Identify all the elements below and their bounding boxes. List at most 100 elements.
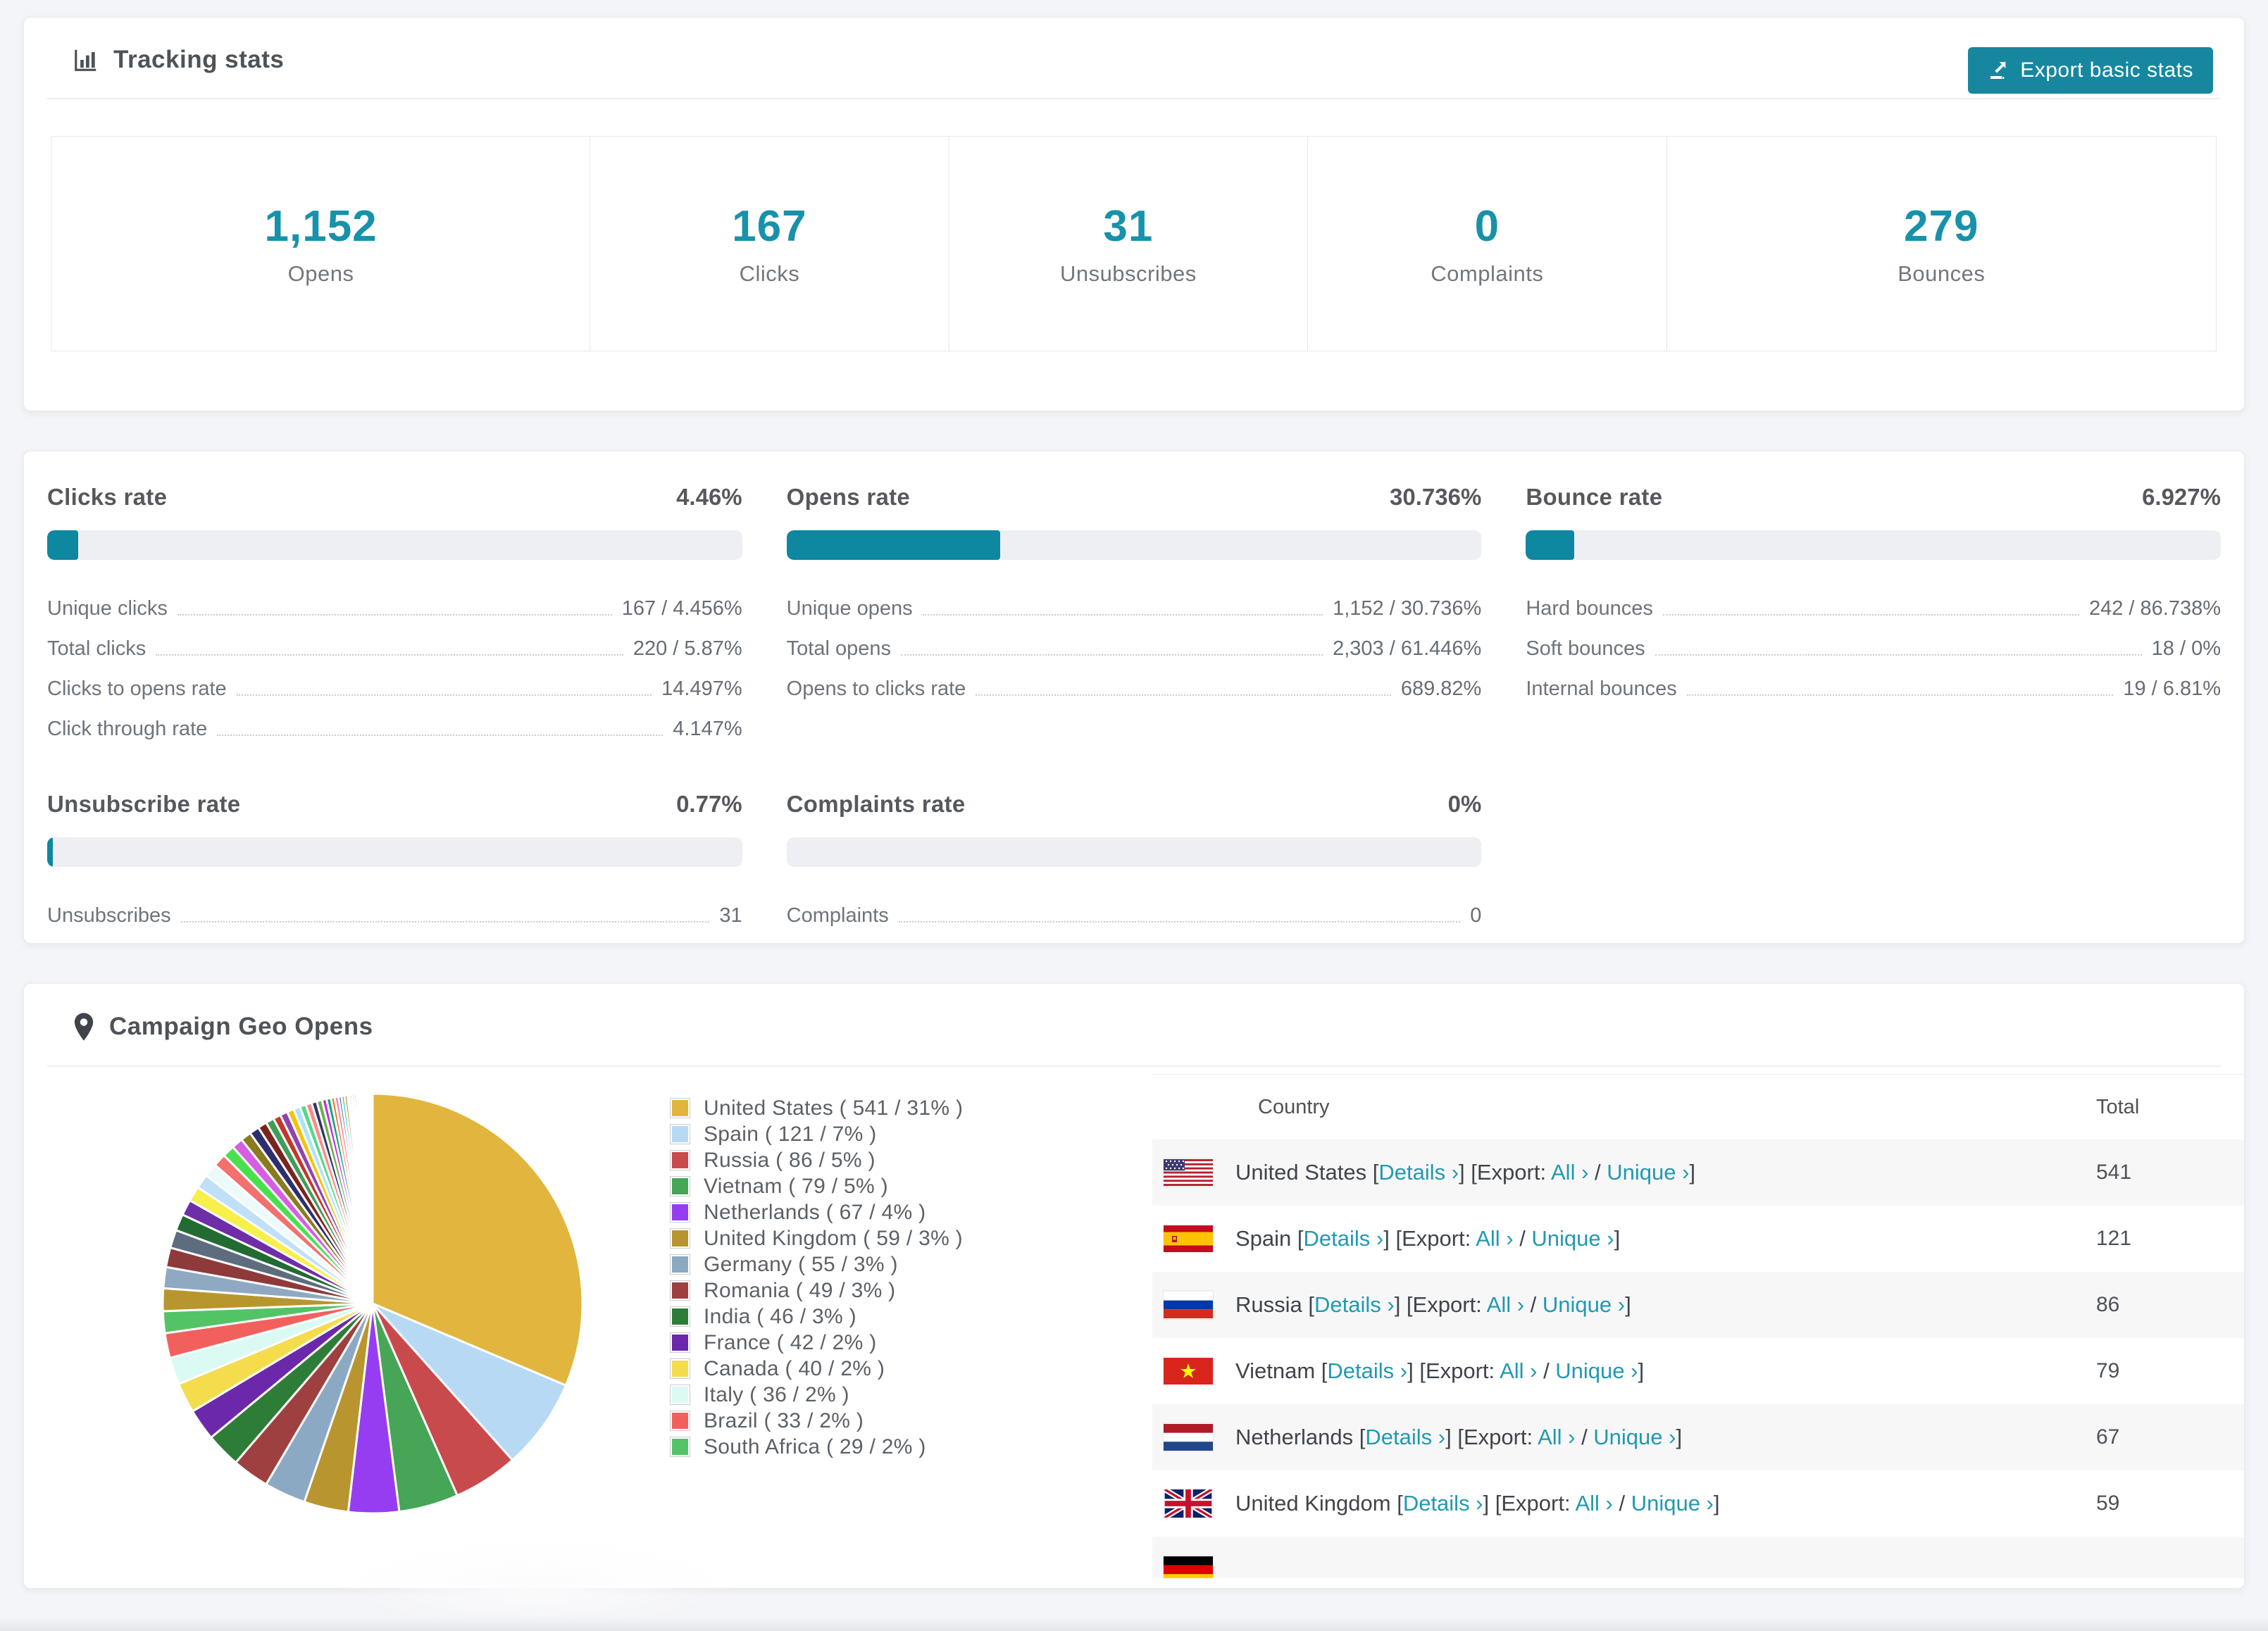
slash: / (1612, 1491, 1631, 1516)
rate-row-label: Unique opens (786, 597, 913, 620)
legend-label: Brazil ( 33 / 2% ) (704, 1408, 864, 1432)
legend-item: United States ( 541 / 31% ) (670, 1095, 963, 1121)
legend-label: United Kingdom ( 59 / 3% ) (704, 1226, 963, 1250)
dotted-leader (1655, 654, 2142, 656)
export-unique-link[interactable]: Unique › (1607, 1160, 1689, 1185)
export-all-link[interactable]: All › (1487, 1292, 1524, 1317)
export-label: ] [Export: (1459, 1160, 1551, 1185)
rate-row-value: 2,303 / 61.446% (1333, 637, 1482, 660)
export-basic-stats-button[interactable]: Export basic stats (1968, 47, 2213, 94)
rate-row-value: 1,152 / 30.736% (1333, 597, 1482, 620)
total-value: 121 (2096, 1227, 2132, 1250)
stat-card-opens: 1,152 Opens (52, 137, 591, 351)
bracket: ] (1676, 1425, 1683, 1449)
export-all-link[interactable]: All › (1476, 1226, 1513, 1251)
dashboard-page: Tracking stats Export basic stats 1,152 O… (0, 17, 2268, 1631)
bar-chart-icon (73, 46, 99, 73)
country-cell: Vietnam [Details ›] [Export: All › / Uni… (1235, 1358, 2096, 1384)
legend-item: Germany ( 55 / 3% ) (670, 1251, 963, 1277)
flag-us-icon (1164, 1158, 1213, 1187)
export-unique-link[interactable]: Unique › (1555, 1358, 1638, 1383)
legend-swatch (670, 1358, 690, 1379)
geo-legend: United States ( 541 / 31% ) Spain ( 121 /… (670, 1095, 963, 1460)
rate-row-value: 167 / 4.456% (621, 597, 742, 620)
legend-item: Spain ( 121 / 7% ) (670, 1121, 963, 1147)
export-icon (1988, 59, 2010, 82)
rate-header: Complaints rate 0% (787, 791, 1482, 818)
rate-block-opens-rate: Opens rate 30.736% Unique opens 1,152 / 30.… (786, 484, 1482, 747)
details-link[interactable]: Details › (1403, 1491, 1483, 1516)
legend-label: United States ( 541 / 31% ) (704, 1096, 964, 1120)
rate-header: Opens rate 30.736% (787, 484, 1482, 511)
rate-row: Unique clicks 167 / 4.456% (47, 587, 742, 627)
rate-value: 0.77% (676, 791, 742, 817)
rate-row: Unsubscribes 31 (47, 894, 742, 934)
table-row: Russia [Details ›] [Export: All › / Uniq… (1152, 1272, 2244, 1338)
rates-grid: Clicks rate 4.46% Unique clicks 167 / 4.456… (24, 451, 2244, 948)
export-all-link[interactable]: All › (1551, 1160, 1588, 1185)
export-all-link[interactable]: All › (1538, 1425, 1575, 1449)
dotted-leader (922, 614, 1323, 615)
map-pin-icon (73, 1012, 95, 1042)
details-link[interactable]: Details › (1365, 1425, 1445, 1449)
legend-item: Netherlands ( 67 / 4% ) (670, 1199, 963, 1225)
country-cell: United Kingdom [Details ›] [Export: All … (1235, 1491, 2096, 1516)
details-link[interactable]: Details › (1327, 1358, 1407, 1383)
total-value: 59 (2096, 1492, 2120, 1515)
stat-card-bounces: 279 Bounces (1667, 137, 2216, 351)
geo-pie-chart (157, 1088, 588, 1519)
table-row: Spain [Details ›] [Export: All › / Uniqu… (1152, 1206, 2244, 1272)
details-link[interactable]: Details › (1304, 1226, 1384, 1251)
legend-swatch (670, 1150, 690, 1170)
country-cell: Spain [Details ›] [Export: All › / Uniqu… (1235, 1226, 2096, 1251)
legend-item: Romania ( 49 / 3% ) (670, 1277, 963, 1304)
legend-item: France ( 42 / 2% ) (670, 1330, 963, 1356)
export-unique-link[interactable]: Unique › (1631, 1491, 1714, 1516)
rate-row-value: 14.497% (661, 677, 742, 700)
country-name: Vietnam (1235, 1358, 1321, 1383)
country-name: United Kingdom (1235, 1491, 1397, 1516)
rate-progress-bar (47, 837, 742, 867)
export-all-link[interactable]: All › (1575, 1491, 1612, 1516)
rates-card: Clicks rate 4.46% Unique clicks 167 / 4.456… (23, 451, 2245, 944)
slash: / (1524, 1292, 1543, 1317)
rate-progress-bar (786, 530, 1482, 560)
export-label: ] [Export: (1483, 1491, 1576, 1516)
bracket: ] (1614, 1226, 1621, 1251)
details-link[interactable]: Details › (1314, 1292, 1395, 1317)
slash: / (1537, 1358, 1556, 1383)
legend-swatch (670, 1202, 690, 1223)
legend-label: Romania ( 49 / 3% ) (704, 1278, 896, 1302)
details-link[interactable]: Details › (1378, 1160, 1459, 1185)
rate-title: Clicks rate (47, 484, 168, 510)
legend-item: Italy ( 36 / 2% ) (670, 1382, 963, 1408)
rate-row-label: Unsubscribes (47, 904, 171, 927)
rate-progress-bar (786, 837, 1482, 867)
rate-block-complaints-rate: Complaints rate 0% Complaints 0 (786, 791, 1482, 934)
dotted-leader (1662, 614, 2079, 615)
export-unique-link[interactable]: Unique › (1543, 1292, 1625, 1317)
slash: / (1588, 1160, 1607, 1185)
country-cell: Netherlands [Details ›] [Export: All › /… (1235, 1425, 2096, 1450)
country-name: Russia (1235, 1292, 1309, 1317)
export-unique-link[interactable]: Unique › (1531, 1226, 1614, 1251)
legend-swatch (670, 1411, 690, 1431)
geo-table-header: Country Total (1152, 1075, 2244, 1139)
tracking-stats-card: Tracking stats Export basic stats 1,152 O… (23, 17, 2245, 411)
legend-label: France ( 42 / 2% ) (704, 1330, 877, 1354)
page-bottom-edge (0, 1617, 2268, 1631)
bracket: ] (1713, 1491, 1720, 1516)
tracking-stats-header: Tracking stats (47, 18, 2221, 99)
campaign-geo-opens-card: Campaign Geo Opens United States ( 541 /… (23, 983, 2245, 1589)
rate-row-label: Total opens (786, 637, 891, 660)
export-all-link[interactable]: All › (1500, 1358, 1537, 1383)
legend-label: Canada ( 40 / 2% ) (704, 1356, 885, 1380)
export-label: ] [Export: (1383, 1226, 1476, 1251)
stat-label: Opens (287, 261, 354, 286)
legend-swatch (670, 1176, 690, 1196)
export-unique-link[interactable]: Unique › (1593, 1425, 1676, 1449)
rate-block-unsubscribe-rate: Unsubscribe rate 0.77% Unsubscribes 31 (47, 791, 742, 934)
geo-title: Campaign Geo Opens (109, 1013, 373, 1040)
dotted-leader (976, 694, 1391, 696)
slash: / (1575, 1425, 1594, 1449)
